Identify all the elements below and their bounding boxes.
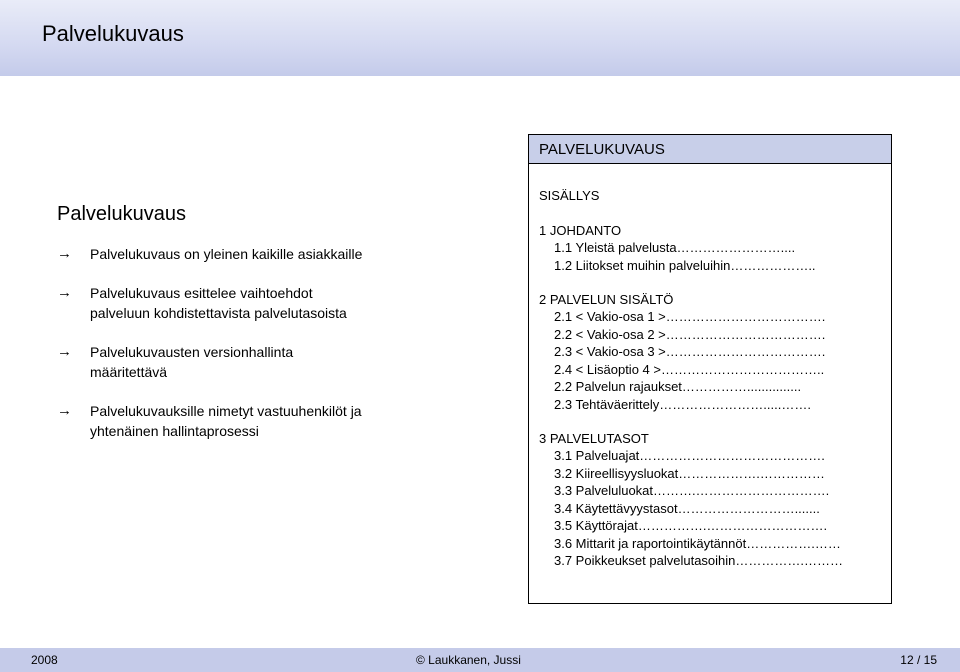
toc-item: 3.6 Mittarit ja raportointikäytännöt…………… (554, 535, 841, 551)
slide-footer: 2008 © Laukkanen, Jussi 12 / 15 (0, 648, 960, 672)
toc-item: 2.2 Palvelun rajaukset…………….............… (554, 379, 802, 394)
right-arrow-icon: → (57, 284, 72, 301)
toc-item: 3.5 Käyttörajat…………….………………………. (554, 518, 828, 533)
toc-section-palvelun-sisalto: 2 PALVELUN SISÄLTÖ 2.1 < Vakio-osa 1 >……… (539, 291, 891, 413)
toc-section-palvelutasot: 3 PALVELUTASOT 3.1 Palveluajat…………………………… (539, 430, 891, 570)
toc-item: 3.3 Palveluluokat……….…………………………. (554, 483, 830, 498)
bullet-item: → Palvelukuvauksille nimetyt vastuuhenki… (57, 401, 477, 441)
toc-header: PALVELUKUVAUS (529, 135, 891, 164)
slide-header: Palvelukuvaus (0, 0, 960, 76)
toc-item: 1.1 Yleistä palvelusta…………………….... (554, 240, 796, 255)
bullet-text-line: määritettävä (90, 364, 168, 380)
slide-title: Palvelukuvaus (42, 21, 184, 46)
toc-item: 2.2 < Vakio-osa 2 >………………………………. (554, 326, 826, 342)
bullet-text-line: Palvelukuvaus esittelee vaihtoehdot (90, 285, 313, 301)
bullet-item: → Palvelukuvaus esittelee vaihtoehdot pa… (57, 283, 477, 323)
toc-item: 3.7 Poikkeukset palvelutasoihin…………….……… (554, 553, 844, 568)
toc-item: 2.3 < Vakio-osa 3 >………………………………. (554, 344, 826, 359)
bullet-text-line: Palvelukuvausten versionhallinta (90, 344, 294, 360)
bullet-list: → Palvelukuvaus on yleinen kaikille asia… (57, 244, 477, 460)
bullet-text-line: palveluun kohdistettavista palvelutasois… (90, 305, 347, 321)
right-arrow-icon: → (57, 245, 72, 262)
toc-item: 2.3 Tehtäväerittely…………………….....……. (554, 396, 811, 412)
toc-item: 1.2 Liitokset muihin palveluihin……………….. (554, 257, 816, 273)
toc-item: 3.2 Kiireellisyysluokat……………….…………… (554, 465, 825, 481)
bullet-text-line: yhtenäinen hallintaprosessi (90, 423, 259, 439)
toc-section-johdanto: 1 JOHDANTO 1.1 Yleistä palvelusta…………………… (539, 222, 891, 274)
toc-item: 2.1 < Vakio-osa 1 >………………………………. (554, 309, 826, 324)
toc-header-title: PALVELUKUVAUS (539, 141, 665, 158)
footer-author: © Laukkanen, Jussi (416, 653, 521, 667)
right-arrow-icon: → (57, 402, 72, 419)
bullet-item: → Palvelukuvaus on yleinen kaikille asia… (57, 244, 477, 264)
toc-box: PALVELUKUVAUS SISÄLLYS 1 JOHDANTO 1.1 Yl… (528, 134, 892, 604)
right-arrow-icon: → (57, 343, 72, 360)
toc-body: SISÄLLYS 1 JOHDANTO 1.1 Yleistä palvelus… (529, 164, 891, 570)
footer-year: 2008 (31, 653, 58, 667)
footer-page-number: 12 / 15 (900, 653, 937, 667)
toc-heading: SISÄLLYS (539, 188, 600, 203)
toc-section-title: 1 JOHDANTO (539, 223, 622, 238)
toc-section-title: 3 PALVELUTASOT (539, 431, 649, 446)
toc-item: 3.1 Palveluajat……………………………………. (554, 448, 825, 463)
bullet-text-line: Palvelukuvauksille nimetyt vastuuhenkilö… (90, 403, 362, 419)
toc-item: 3.4 Käytettävyystasot………………………....... (554, 500, 820, 516)
bullet-item: → Palvelukuvausten versionhallinta määri… (57, 342, 477, 382)
content-title: Palvelukuvaus (57, 203, 186, 225)
toc-section-title: 2 PALVELUN SISÄLTÖ (539, 292, 674, 307)
toc-item: 2.4 < Lisäoptio 4 >……………………………….. (554, 361, 825, 377)
bullet-text-line: Palvelukuvaus on yleinen kaikille asiakk… (90, 246, 363, 262)
